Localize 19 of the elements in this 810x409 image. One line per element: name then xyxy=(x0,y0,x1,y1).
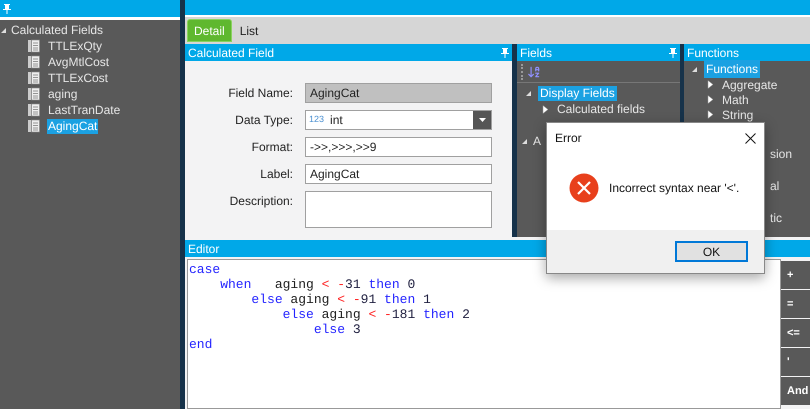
field-label: Label: xyxy=(259,166,293,183)
field-label: Description: xyxy=(228,193,293,210)
code-line: end xyxy=(189,337,212,352)
code-line: case xyxy=(189,262,220,277)
dialog-title: Error xyxy=(555,130,582,147)
code-line: else 3 xyxy=(312,322,361,337)
panel-title: Functions xyxy=(687,46,740,58)
code-line: else aging < -181 then 2 xyxy=(282,307,470,322)
field-label: Format: xyxy=(250,139,293,156)
code-line: else aging < -91 then 1 xyxy=(250,292,431,307)
selected-value: int xyxy=(330,112,344,129)
field-label: Field Name: xyxy=(227,85,293,102)
panel-title: Fields xyxy=(520,46,552,58)
code-line: when aging < -31 then 0 xyxy=(219,277,416,292)
field-label: Data Type: xyxy=(234,112,293,129)
panel-title: Editor xyxy=(188,242,220,254)
error-message: Incorrect syntax near '<'. xyxy=(609,180,740,196)
panel-title: Calculated Field xyxy=(188,46,274,58)
type-label: 123 xyxy=(308,113,326,126)
